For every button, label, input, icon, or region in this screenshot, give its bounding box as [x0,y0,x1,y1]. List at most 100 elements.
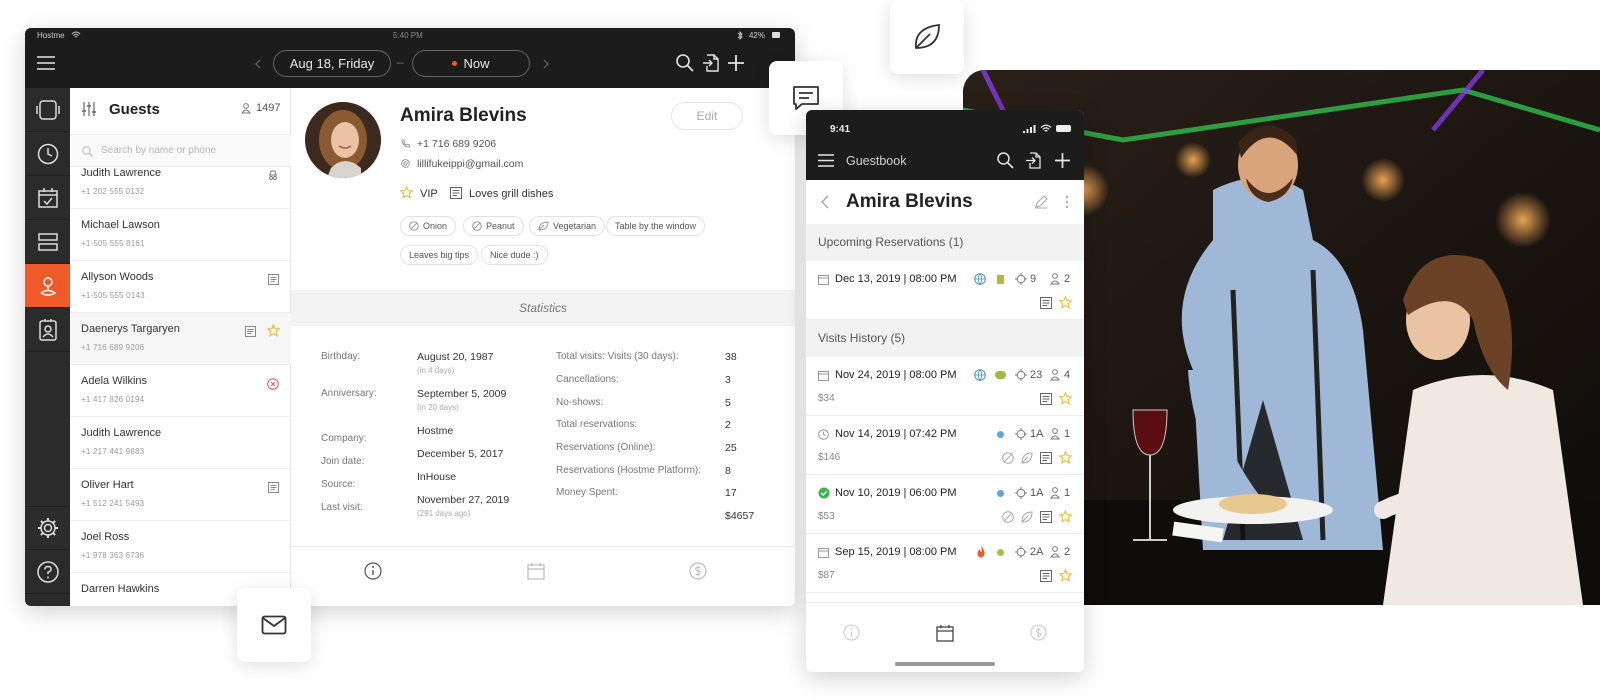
guest-row[interactable]: Judith Lawrence +1 217 441 9883 [70,417,291,469]
tag-chip[interactable]: Leaves big tips [400,245,479,265]
guest-row[interactable]: Oliver Hart +1 512 241 5493 [70,469,291,521]
rail-floorplan-button[interactable] [25,88,70,132]
wifi-icon [71,31,81,38]
history-section-header: Visits History (5) [806,320,1084,357]
visit-history-row[interactable]: Sep 15, 2019 | 08:00 PM 2A 2 $87 [806,534,1084,593]
range-dash: – [397,55,404,69]
guest-row[interactable]: Adela Wilkins +1 417 826 0194 [70,365,291,417]
tag-chip[interactable]: Table by the window [606,216,706,236]
visit-date: Sep 15, 2019 | 08:00 PM [835,546,957,558]
rail-help-button[interactable] [25,550,70,594]
star-icon [1059,451,1072,464]
info-icon[interactable] [843,624,860,641]
birthday-value: August 20, 1987 [417,351,494,363]
stat-label: Join date: [321,456,365,467]
guest-row[interactable]: Michael Lawson +1-505 555 8161 [70,209,291,261]
visit-date: Nov 24, 2019 | 08:00 PM [835,369,957,381]
calendar-icon[interactable] [527,562,545,580]
guest-row[interactable]: Allyson Woods +1-505 555 0143 [70,261,291,313]
back-chevron-icon[interactable] [821,195,829,209]
leaf-icon [1021,511,1033,523]
add-icon[interactable] [727,54,745,72]
calendar-icon [818,548,829,558]
guest-name: Allyson Woods [81,271,154,283]
visit-history-row[interactable]: Nov 14, 2019 | 07:42 PM 1A 1 $146 [806,416,1084,475]
visit-amount: $34 [818,393,835,404]
rail-guests-button[interactable] [25,264,70,308]
guest-search-bar[interactable]: Search by name or phone [70,134,291,167]
edit-button[interactable]: Edit [671,102,743,130]
prev-day-chevron-icon[interactable] [255,59,261,69]
date-picker-pill[interactable]: Aug 18, Friday [273,50,391,77]
phone-app-window: 9:41 Guestbook Amira Blevins Upcoming Re… [806,110,1084,672]
hamburger-menu-icon[interactable] [37,56,55,70]
more-vertical-icon[interactable] [1065,195,1069,209]
tablet-app-window: Hostme 5:40 PM 42% Aug 18, Friday – Now [25,28,795,606]
allergy-icon [409,221,419,231]
tag-chip[interactable]: Onion [400,216,457,236]
guest-name: Adela Wilkins [81,375,148,387]
phone-icon [401,139,410,148]
tag-label: Peanut [486,221,515,231]
table-number: 2A [1030,546,1044,558]
statistics-header: Statistics [291,290,795,326]
add-icon[interactable] [1054,152,1071,169]
rail-settings-button[interactable] [25,506,70,550]
mail-card[interactable] [237,588,311,662]
guest-phone: +1 417 826 0194 [81,395,145,404]
phone-guest-header: Amira Blevins [806,180,1084,224]
calendar-icon[interactable] [936,624,954,642]
guest-phone-value[interactable]: +1 716 689 9206 [417,138,496,150]
table-number: 1A [1030,487,1044,499]
guest-phone: +1-505 555 8161 [81,239,145,248]
import-icon[interactable] [1025,152,1042,169]
hamburger-menu-icon[interactable] [818,154,834,167]
visit-history-row[interactable]: Nov 24, 2019 | 08:00 PM 23 4 $34 [806,357,1084,416]
import-icon[interactable] [702,54,720,72]
rail-tables-button[interactable] [25,220,70,264]
guest-row[interactable]: Judith Lawrence +1 202 555 0132 [70,168,291,209]
search-icon[interactable] [997,152,1014,169]
tag-chip[interactable]: Nice dude :) [481,245,548,265]
person-icon [241,103,251,114]
incognito-icon [269,170,277,180]
upcoming-reservation-row[interactable]: Dec 13, 2019 | 08:00 PM 9 2 [806,261,1084,320]
at-icon [401,159,410,168]
person-icon [1050,428,1060,440]
rail-history-button[interactable] [25,132,70,176]
table-area-icon [995,371,1006,379]
cancelled-icon [267,378,279,390]
battery-percent: 42% [748,31,765,40]
stat-label: No-shows: [556,397,604,408]
visit-history-row[interactable]: Nov 10, 2019 | 06:00 PM 1A 1 $53 [806,475,1084,534]
eco-card[interactable] [890,0,964,74]
search-icon[interactable] [676,54,694,72]
edit-pencil-icon[interactable] [1034,195,1048,209]
rail-guestbook-button[interactable] [25,308,70,352]
filter-sliders-icon[interactable] [82,102,96,116]
rail-reservations-button[interactable] [25,176,70,220]
tag-chip[interactable]: Vegetarian [529,216,606,236]
tablet-status-bar: Hostme 5:40 PM 42% [25,28,795,43]
gear-icon [37,518,58,538]
guest-email-value[interactable]: lillifukeippi@gmail.com [417,158,523,170]
search-input[interactable]: Search by name or phone [101,145,216,156]
note-icon [1040,297,1052,309]
phone-guest-name: Amira Blevins [846,191,973,212]
table-icon [1015,369,1027,381]
dollar-icon[interactable] [1030,624,1047,641]
battery-icon [772,32,780,38]
stat-value: 8 [725,465,731,477]
dollar-icon[interactable] [689,562,707,580]
info-icon[interactable] [364,562,382,580]
floorplan-icon [35,99,60,120]
next-day-chevron-icon[interactable] [543,59,549,69]
stat-label: Reservations (Online): [556,442,656,453]
battery-icon [1056,125,1071,132]
guest-row[interactable]: Joel Ross +1 978 363 6736 [70,521,291,573]
guest-row-selected[interactable]: Daenerys Targaryen +1 716 689 9206 [70,313,291,365]
now-button[interactable]: Now [412,50,530,77]
tag-chip[interactable]: Peanut [463,216,524,236]
globe-icon [974,273,986,285]
stat-value: 3 [725,374,731,386]
